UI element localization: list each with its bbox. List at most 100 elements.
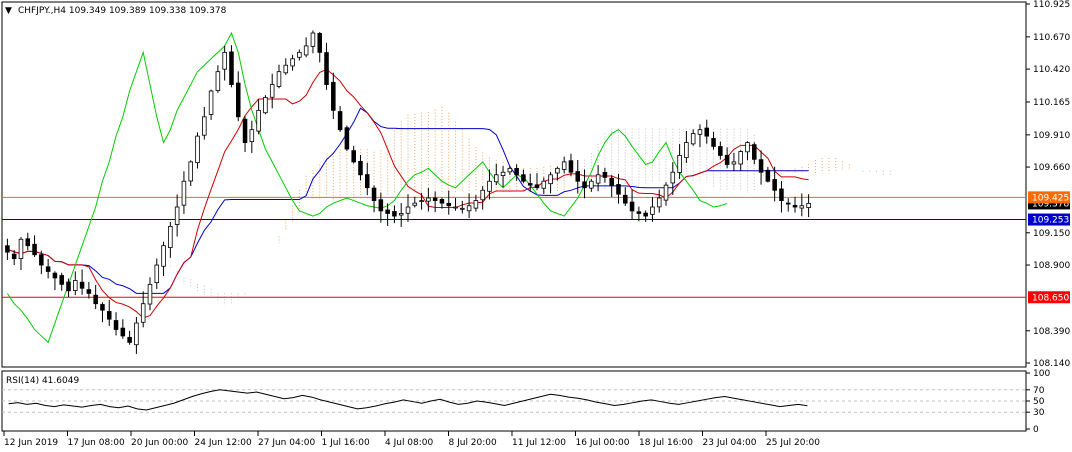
price-tick-label: 109.150 [1033,229,1070,239]
candle-body [555,167,560,174]
candle-body [589,180,594,189]
candle-body [724,154,730,165]
candle-body [494,174,499,183]
candle-body [507,167,513,173]
candle-body [5,245,10,253]
price-label-text: 109.425 [1032,193,1069,203]
candle-body [405,206,411,214]
candle-body [460,207,465,210]
candle-body [432,197,438,201]
time-tick-label: 17 Jun 08:00 [68,438,125,448]
candle-body [616,184,621,195]
candle-body [731,161,737,165]
candle-body [704,127,710,137]
candle-body [385,209,390,214]
candle-body [521,174,526,182]
price-tick-label: 108.900 [1033,261,1070,271]
candle-body [690,133,696,145]
time-tick-label: 18 Jul 16:00 [639,438,693,448]
candle-body [303,45,309,56]
candle-body [324,52,329,85]
candle-body [331,81,336,111]
candle[interactable] [263,95,268,115]
candle-body [711,138,716,147]
candle-body [752,144,757,160]
time-tick-label: 8 Jul 20:00 [449,438,498,448]
candle-body [677,155,682,173]
price-tick-label: 110.165 [1033,98,1070,108]
candle-body [113,320,119,330]
candle-body [568,160,574,173]
candle-body [412,202,418,206]
candle-body [765,169,771,182]
rsi-label: RSI(14) 41.6049 [6,376,79,386]
price-label: 109.425 [1028,191,1070,204]
candle-body [59,275,64,285]
candle-body [684,142,689,158]
candle-body [32,243,37,256]
candle-body [575,171,581,182]
rsi-tick-label: 70 [1033,386,1045,396]
candle-body [514,168,519,176]
time-tick-label: 11 Jul 12:00 [512,438,566,448]
candle-body [487,180,492,192]
candle-body [202,116,207,136]
candle-body [371,187,377,201]
candle-body [25,238,31,247]
candle-body [276,71,282,87]
candle-body [623,194,628,204]
candle-body [161,245,166,267]
candle-body [106,311,112,320]
candle-body [208,90,214,115]
candle-body [439,199,445,204]
candle-body [650,206,655,215]
candle-body [86,289,92,294]
candle-body [39,254,44,266]
candle-body [636,211,642,214]
rsi-tick-label: 0 [1033,425,1039,435]
time-tick-label: 12 Jun 2019 [4,438,58,448]
candle-body [235,82,241,118]
candle-body [229,51,234,85]
candle-body [11,253,17,259]
header-arrow[interactable]: ▼ [5,6,12,16]
candle-body [168,225,173,248]
time-tick-label: 24 Jun 12:00 [195,438,252,448]
price-tick-label: 108.140 [1033,359,1070,369]
candle[interactable] [344,125,350,152]
candle-body [446,202,452,207]
candle-body [785,202,791,205]
price-label-text: 109.253 [1032,216,1069,226]
candle-body [195,135,200,164]
candle-body [772,179,777,191]
candle-body [595,174,601,184]
candle-body [663,184,669,201]
candle-body [45,266,51,272]
candle-body [73,280,78,291]
candle-body [398,213,404,216]
candle-body [120,327,126,337]
candle-body [561,161,567,170]
candle-body [378,199,384,212]
candle-body [134,322,139,346]
candle-body [670,171,676,184]
rsi-tick-label: 30 [1033,408,1045,418]
candle-body [745,142,750,153]
candle-body [534,184,540,189]
candle-body [629,201,635,212]
candle-body [500,171,506,177]
candle-body [527,183,533,186]
candle-body [127,336,132,343]
rsi-tick-label: 50 [1033,397,1045,407]
price-tick-label: 109.910 [1033,131,1070,141]
candle-body [480,189,485,201]
candle-body [188,161,193,182]
candle-body [222,51,227,70]
candle-body [582,181,587,189]
price-tick-label: 108.390 [1033,327,1070,337]
candle-body [181,180,187,206]
candle-body [758,159,764,173]
candle-body [154,264,160,284]
candle-body [453,206,458,209]
candle-body [426,197,431,202]
